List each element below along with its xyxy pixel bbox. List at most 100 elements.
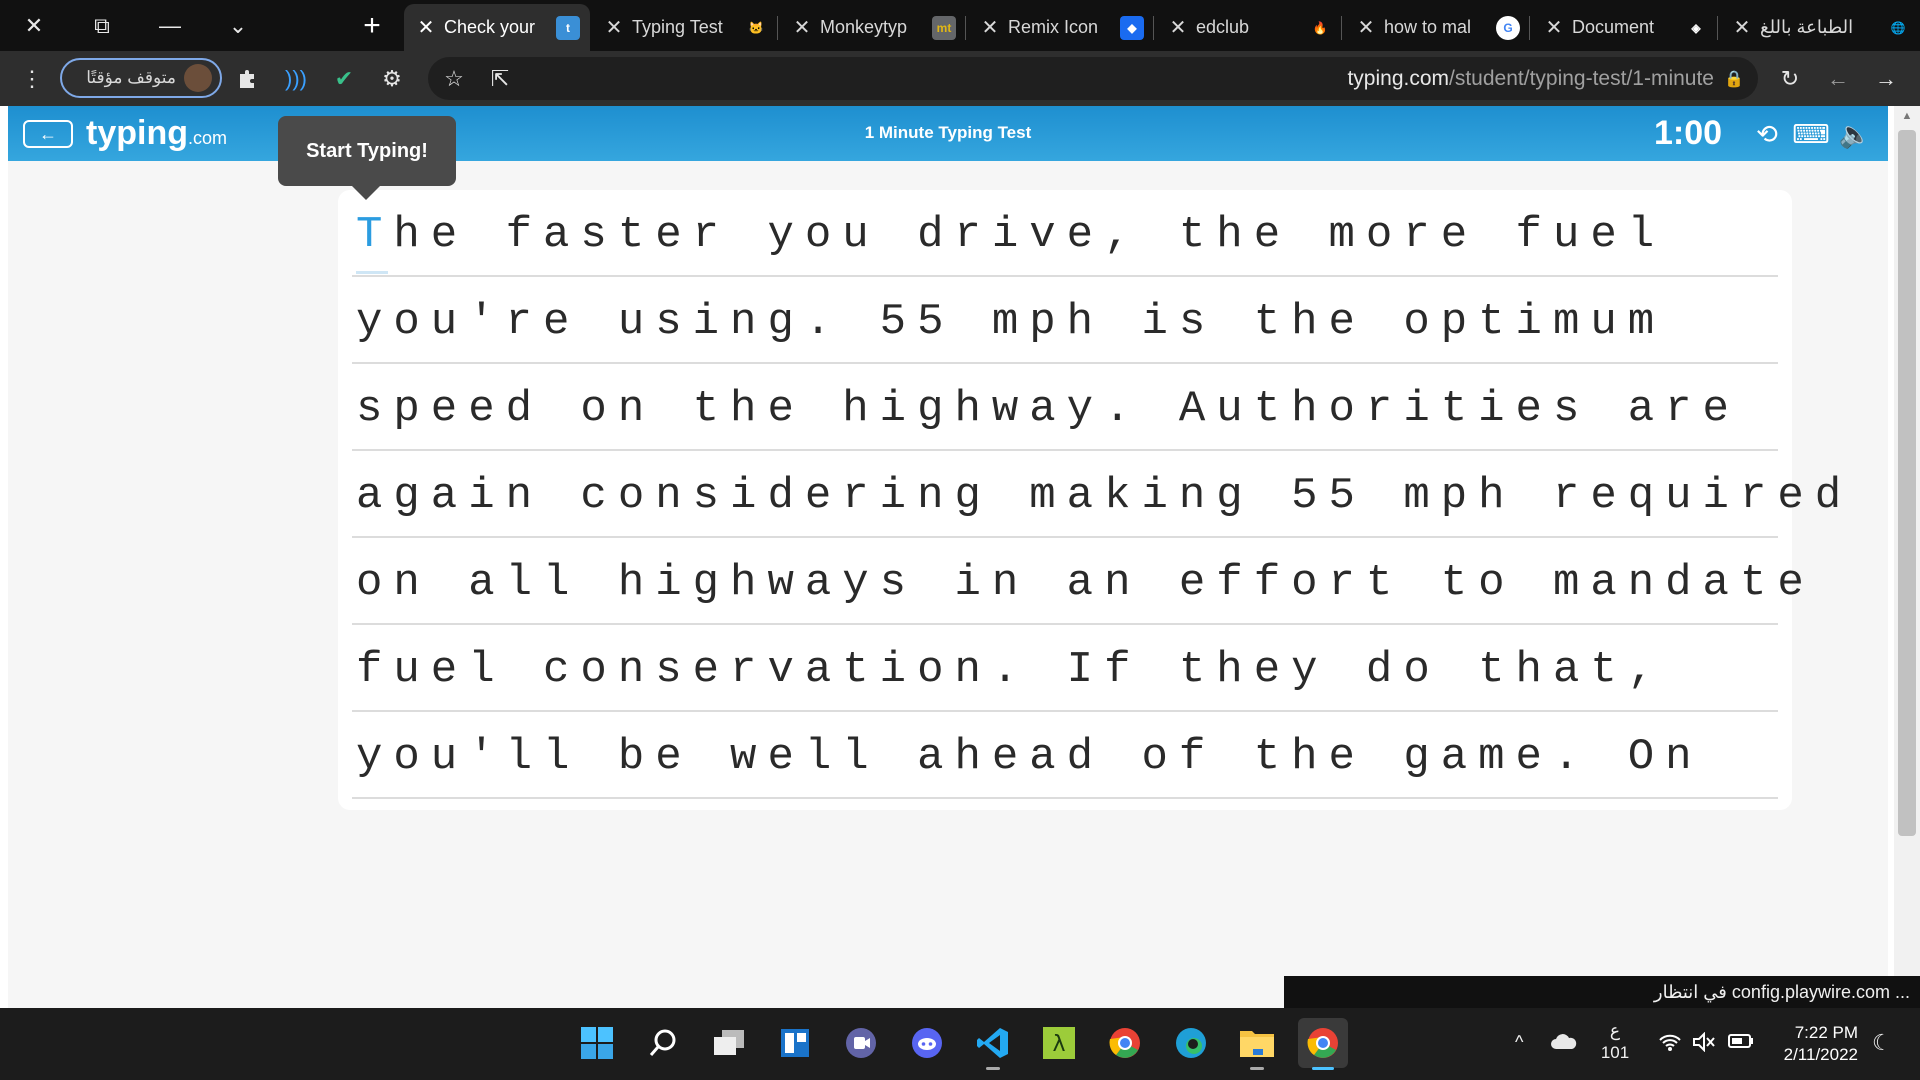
tab-typing-test[interactable]: ✕ Typing Test 🐱 [592,4,778,51]
tab-title: الطباعة باللغ [1760,17,1854,37]
tab-search-button[interactable]: ⌄ [204,0,272,51]
reload-button[interactable]: ↻ [1770,59,1810,99]
back-button[interactable]: ← [1818,59,1858,99]
browser-menu-button[interactable]: ⋮ [12,59,52,99]
address-bar[interactable]: ☆ ⇱ typing.com/student/typing-test/1-min… [428,57,1758,100]
monkeytype-favicon-icon: mt [932,15,956,40]
tab-close-icon[interactable]: ✕ [978,15,1002,40]
browser-tab-strip: ✕ ⧉ — ⌄ + ✕ Check your t ✕ Typing Test 🐱… [0,0,1920,51]
tab-title: edclub [1196,17,1250,37]
extension-gear-button[interactable]: ⚙ [372,59,412,99]
tab-close-icon[interactable]: ✕ [1542,15,1566,40]
tab-edclub[interactable]: ✕ edclub 🔥 [1156,4,1342,51]
history-button[interactable]: ⟲ [1750,118,1784,150]
text-line: again considering making 55 mph required [352,451,1841,538]
minimize-icon: — [159,12,181,38]
battery-icon [1728,1034,1753,1048]
clock-date: 2/11/2022 [1783,1045,1858,1064]
tab-separator [1341,16,1342,40]
window-minimize-button[interactable]: — [136,0,204,51]
tray-overflow-button[interactable]: ^ [1515,1032,1523,1053]
tab-close-icon[interactable]: ✕ [1166,15,1190,40]
sound-toggle-button[interactable]: 🔈 [1838,118,1872,150]
widgets-button[interactable] [770,1018,820,1068]
vscode-button[interactable] [968,1018,1018,1070]
wifi-button[interactable] [1658,1032,1682,1057]
chrome-active-button[interactable] [1298,1018,1348,1070]
cloud-icon [1551,1034,1577,1049]
edge-button[interactable] [1166,1018,1216,1068]
svg-text:λ: λ [1052,1032,1065,1057]
tab-remix-icon[interactable]: ✕ Remix Icon ◆ [968,4,1154,51]
forward-button[interactable]: → [1866,59,1906,99]
input-language-button[interactable]: ع 101 [1600,1020,1630,1064]
task-view-icon [714,1030,744,1055]
extension-wave-button[interactable]: ))) [276,59,316,99]
taskbar-search-button[interactable] [638,1018,688,1068]
text-line: you'll be well ahead of the game. On [352,712,1778,799]
lambda-app-button[interactable]: λ [1034,1018,1084,1068]
url-text[interactable]: typing.com/student/typing-test/1-minute [1347,67,1714,91]
profile-status-label: متوقف مؤقتًا [86,68,176,87]
tab-check-your[interactable]: ✕ Check your t [404,4,590,51]
scroll-up-icon[interactable]: ▲ [1894,110,1920,126]
tab-close-icon[interactable]: ✕ [414,15,438,40]
taskbar-clock[interactable]: 7:22 PM 2/11/2022 [1770,1022,1858,1066]
new-tab-button[interactable]: + [350,4,394,48]
start-button[interactable] [572,1018,622,1068]
profile-button[interactable]: متوقف مؤقتًا [60,58,222,98]
tab-title: Check your [444,17,536,37]
window-restore-button[interactable]: ⧉ [68,0,136,51]
extensions-button[interactable] [228,59,268,99]
star-icon: ☆ [444,66,464,91]
chevron-up-icon: ^ [1515,1032,1524,1052]
cat-favicon-icon: 🐱 [748,20,764,35]
tab-arabic-typing[interactable]: ✕ الطباعة باللغ 🌐 [1720,4,1920,51]
url-host: typing.com [1347,67,1450,90]
bookmark-button[interactable]: ☆ [434,59,474,99]
share-icon: ⇱ [490,66,510,91]
language-indicator: ع [1609,1021,1621,1040]
tab-close-icon[interactable]: ✕ [1730,15,1754,40]
volume-button[interactable] [1692,1031,1716,1057]
search-icon [649,1029,676,1056]
clock-time: 7:22 PM [1794,1023,1858,1042]
lambda-icon: λ [1043,1027,1075,1059]
chrome-button[interactable] [1100,1018,1150,1068]
teams-chat-button[interactable] [836,1018,886,1068]
widgets-icon [781,1029,809,1057]
typing-favicon-icon: t [556,15,580,40]
running-indicator [986,1067,1000,1070]
wifi-icon [1659,1034,1681,1051]
share-button[interactable]: ⇱ [480,59,520,99]
tab-title: how to mal [1384,17,1472,37]
battery-button[interactable] [1728,1032,1754,1055]
tab-monkeytype[interactable]: ✕ Monkeytyp mt [780,4,966,51]
restore-icon: ⧉ [94,12,110,38]
window-close-button[interactable]: ✕ [0,0,68,51]
tab-title: Remix Icon [1008,17,1099,37]
tab-document[interactable]: ✕ Document ◈ [1532,4,1718,51]
tab-close-icon[interactable]: ✕ [790,15,814,40]
keyboard-toggle-button[interactable]: ⌨ [1792,118,1830,150]
line-text: he faster you drive, the more fuel [393,210,1666,260]
text-line: The faster you drive, the more fuel [352,190,1778,277]
discord-button[interactable] [902,1018,952,1068]
tab-how-to-make[interactable]: ✕ how to mal G [1344,4,1530,51]
tab-close-icon[interactable]: ✕ [1354,15,1378,40]
extension-check-button[interactable]: ✔ [324,59,364,99]
chrome-icon [1109,1028,1140,1058]
typing-text-area[interactable]: The faster you drive, the more fuel you'… [338,190,1841,810]
file-explorer-button[interactable] [1232,1018,1282,1070]
page-scrollbar[interactable]: ▲ [1894,106,1920,1008]
discord-icon [912,1028,942,1058]
onedrive-button[interactable] [1550,1032,1578,1055]
focus-assist-button[interactable]: ☾ [1872,1030,1892,1056]
tab-close-icon[interactable]: ✕ [602,15,626,40]
loading-status-bubble: في انتظار config.playwire.com ... [1284,976,1920,1008]
start-typing-tooltip: Start Typing! [278,116,456,200]
scrollbar-thumb[interactable] [1898,130,1916,836]
wave-icon: ))) [285,66,307,91]
task-view-button[interactable] [704,1018,754,1068]
site-info-button[interactable]: 🔒 [1714,59,1754,99]
